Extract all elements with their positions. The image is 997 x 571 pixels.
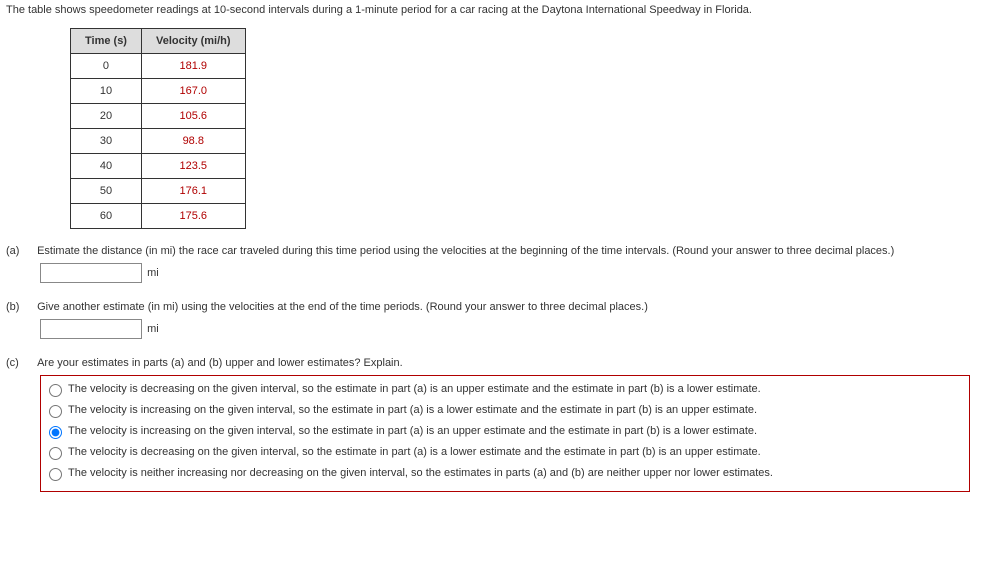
option-radio[interactable]	[49, 447, 62, 460]
table-row: 50176.1	[71, 179, 246, 204]
option-row: The velocity is decreasing on the given …	[49, 445, 961, 460]
cell-velocity: 175.6	[141, 204, 245, 229]
cell-time: 40	[71, 154, 142, 179]
option-text: The velocity is decreasing on the given …	[68, 382, 761, 397]
option-radio[interactable]	[49, 384, 62, 397]
table-row: 10167.0	[71, 79, 246, 104]
option-text: The velocity is neither increasing nor d…	[68, 466, 773, 481]
table-row: 0181.9	[71, 54, 246, 79]
question-c: (c) Are your estimates in parts (a) and …	[0, 355, 997, 494]
cell-time: 10	[71, 79, 142, 104]
part-c-label: (c)	[6, 357, 34, 369]
option-radio[interactable]	[49, 468, 62, 481]
table-row: 40123.5	[71, 154, 246, 179]
table-header-velocity: Velocity (mi/h)	[141, 29, 245, 54]
part-b-input[interactable]	[40, 319, 142, 339]
option-radio[interactable]	[49, 405, 62, 418]
option-text: The velocity is increasing on the given …	[68, 424, 757, 439]
part-a-label: (a)	[6, 245, 34, 257]
question-a: (a) Estimate the distance (in mi) the ra…	[0, 243, 997, 285]
option-text: The velocity is increasing on the given …	[68, 403, 757, 418]
cell-velocity: 167.0	[141, 79, 245, 104]
option-text: The velocity is decreasing on the given …	[68, 445, 761, 460]
table-row: 20105.6	[71, 104, 246, 129]
cell-velocity: 123.5	[141, 154, 245, 179]
cell-time: 0	[71, 54, 142, 79]
cell-time: 60	[71, 204, 142, 229]
part-c-options-box: The velocity is decreasing on the given …	[40, 375, 970, 492]
table-row: 3098.8	[71, 129, 246, 154]
part-a-input[interactable]	[40, 263, 142, 283]
option-radio[interactable]	[49, 426, 62, 439]
part-c-text: Are your estimates in parts (a) and (b) …	[37, 357, 987, 369]
part-b-unit: mi	[147, 323, 159, 335]
cell-velocity: 105.6	[141, 104, 245, 129]
table-header-time: Time (s)	[71, 29, 142, 54]
cell-velocity: 98.8	[141, 129, 245, 154]
intro-text: The table shows speedometer readings at …	[0, 0, 997, 20]
part-a-unit: mi	[147, 267, 159, 279]
part-b-text: Give another estimate (in mi) using the …	[37, 301, 987, 313]
option-row: The velocity is increasing on the given …	[49, 424, 961, 439]
part-b-label: (b)	[6, 301, 34, 313]
cell-time: 30	[71, 129, 142, 154]
part-a-text: Estimate the distance (in mi) the race c…	[37, 245, 987, 257]
velocity-table: Time (s) Velocity (mi/h) 0181.910167.020…	[70, 28, 246, 229]
cell-time: 50	[71, 179, 142, 204]
cell-velocity: 181.9	[141, 54, 245, 79]
question-b: (b) Give another estimate (in mi) using …	[0, 299, 997, 341]
table-row: 60175.6	[71, 204, 246, 229]
option-row: The velocity is neither increasing nor d…	[49, 466, 961, 481]
cell-time: 20	[71, 104, 142, 129]
cell-velocity: 176.1	[141, 179, 245, 204]
option-row: The velocity is decreasing on the given …	[49, 382, 961, 397]
option-row: The velocity is increasing on the given …	[49, 403, 961, 418]
